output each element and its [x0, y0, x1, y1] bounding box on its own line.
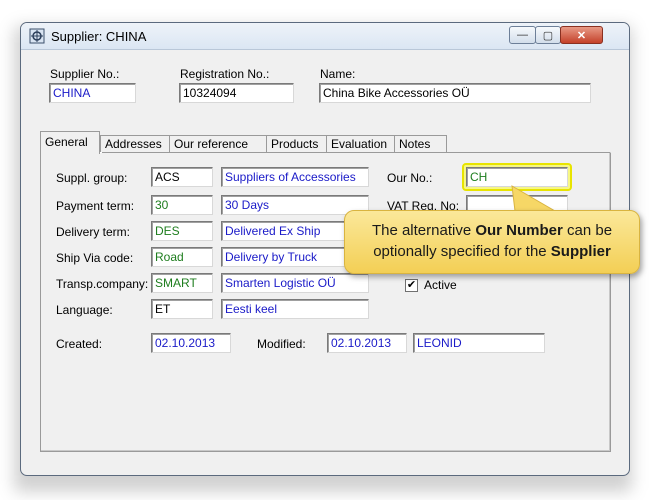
- title-bar[interactable]: Supplier: CHINA — ▢ ✕: [21, 23, 629, 50]
- payment-term-code-field[interactable]: 30: [151, 195, 213, 215]
- tab-evaluation[interactable]: Evaluation: [326, 135, 395, 153]
- transp-company-code-field[interactable]: SMART: [151, 273, 213, 293]
- check-mark-icon: ✔: [406, 279, 417, 291]
- tab-general[interactable]: General: [40, 131, 100, 154]
- tab-notes[interactable]: Notes: [394, 135, 447, 153]
- our-no-label: Our No.:: [387, 171, 433, 185]
- close-icon: ✕: [576, 29, 587, 42]
- language-label: Language:: [56, 303, 113, 317]
- created-date-field: 02.10.2013: [151, 333, 231, 353]
- suppl-group-name-field: Suppliers of Accessories: [221, 167, 369, 187]
- modified-date-field: 02.10.2013: [327, 333, 407, 353]
- modified-label: Modified:: [257, 337, 306, 351]
- delivery-term-code-field[interactable]: DES: [151, 221, 213, 241]
- name-label: Name:: [320, 67, 356, 81]
- created-label: Created:: [56, 337, 103, 351]
- delivery-term-label: Delivery term:: [56, 225, 131, 239]
- maximize-button[interactable]: ▢: [535, 26, 561, 44]
- name-field[interactable]: China Bike Accessories OÜ: [319, 83, 591, 103]
- supplier-no-label: Supplier No.:: [50, 67, 120, 81]
- payment-term-label: Payment term:: [56, 199, 135, 213]
- callout-line-2: optionally specified for the Supplier: [373, 243, 611, 260]
- window-title: Supplier: CHINA: [51, 29, 147, 44]
- suppl-group-label: Suppl. group:: [56, 171, 128, 185]
- our-no-field[interactable]: CH: [466, 167, 568, 187]
- ship-via-code-field[interactable]: Road: [151, 247, 213, 267]
- language-code-field[interactable]: ET: [151, 299, 213, 319]
- maximize-icon: ▢: [542, 29, 554, 42]
- tooltip-callout: The alternative Our Number can be option…: [344, 210, 640, 274]
- tab-our-reference[interactable]: Our reference: [169, 135, 267, 153]
- supplier-no-field[interactable]: CHINA: [49, 83, 136, 103]
- transp-company-label: Transp.company:: [56, 277, 149, 291]
- ship-via-label: Ship Via code:: [56, 251, 134, 265]
- suppl-group-code-field[interactable]: ACS: [151, 167, 213, 187]
- registration-no-label: Registration No.:: [180, 67, 270, 81]
- close-button[interactable]: ✕: [560, 26, 603, 44]
- active-checkbox[interactable]: ✔: [405, 279, 418, 292]
- minimize-button[interactable]: —: [509, 26, 536, 44]
- modified-by-field: LEONID: [413, 333, 545, 353]
- language-name-field: Eesti keel: [221, 299, 369, 319]
- callout-line-1: The alternative Our Number can be: [371, 222, 613, 239]
- panel-top-border: [102, 152, 610, 153]
- minimize-icon: —: [517, 29, 528, 41]
- tab-addresses[interactable]: Addresses: [100, 135, 170, 153]
- registration-no-field[interactable]: 10324094: [179, 83, 294, 103]
- tab-products[interactable]: Products: [266, 135, 327, 153]
- transp-company-name-field: Smarten Logistic OÜ: [221, 273, 369, 293]
- active-label: Active: [424, 278, 457, 292]
- supplier-app-icon: [29, 28, 45, 44]
